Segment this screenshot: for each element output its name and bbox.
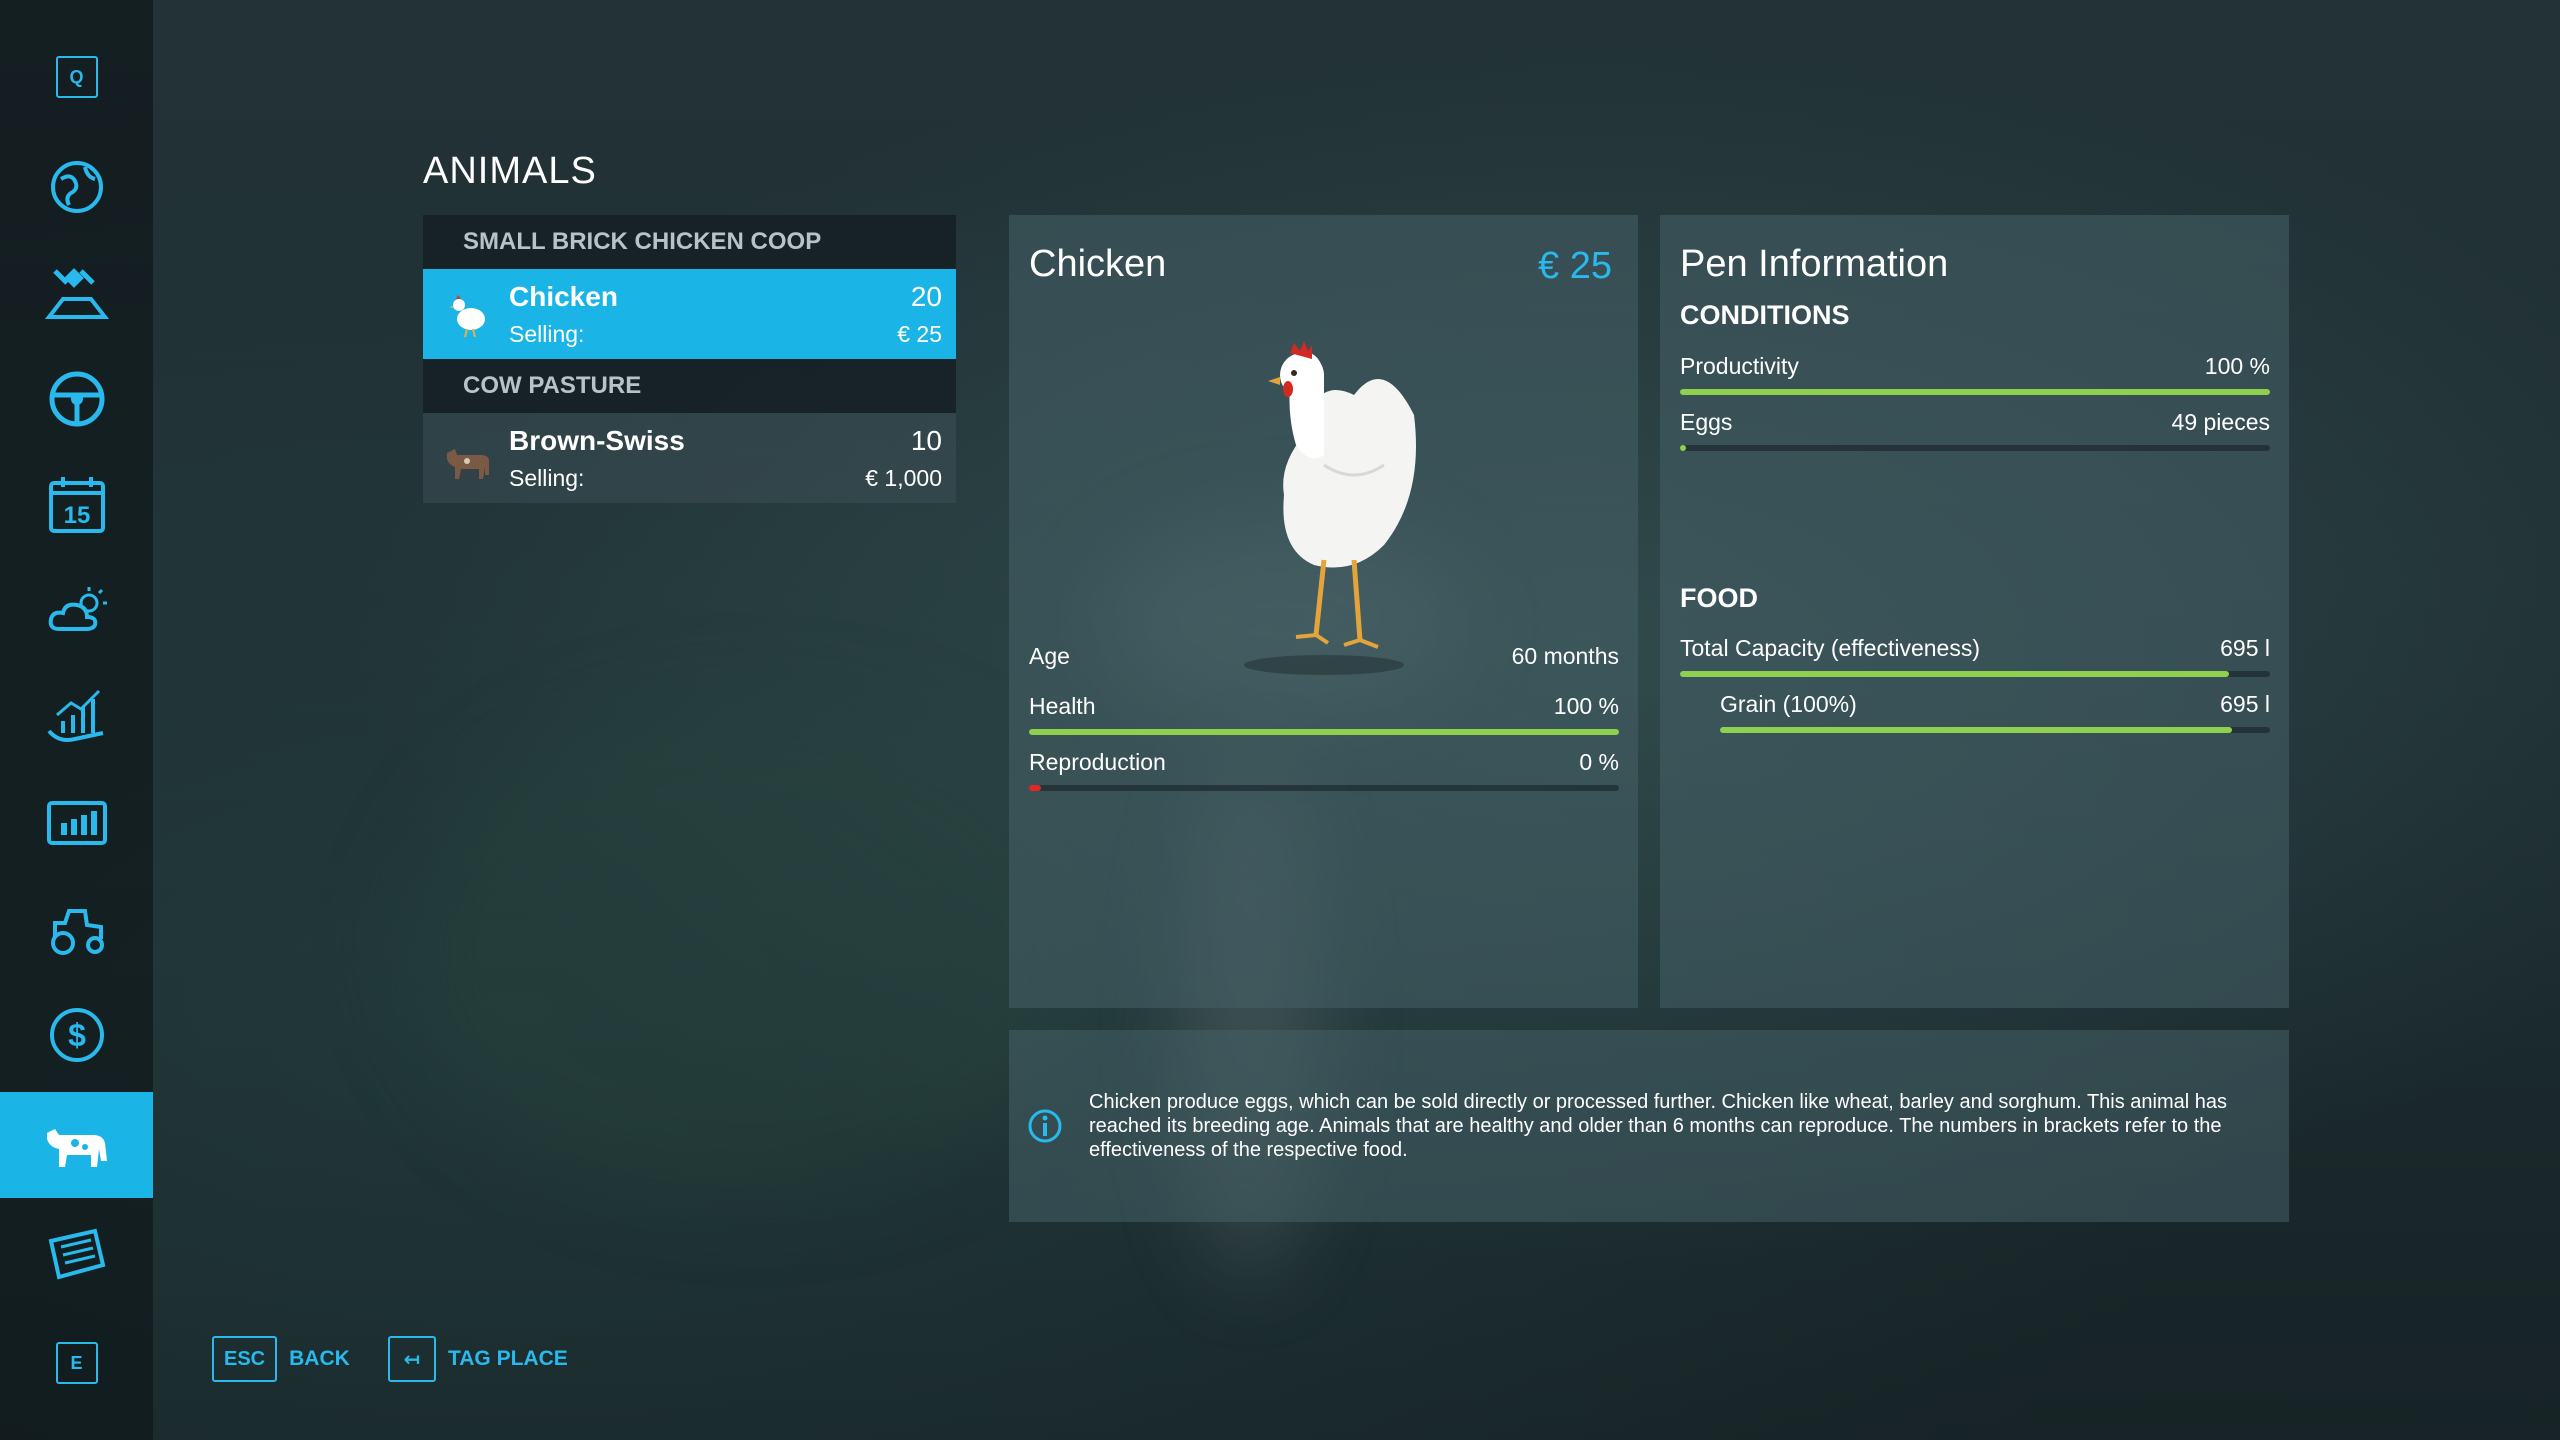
reproduction-bar-fill xyxy=(1029,785,1041,791)
sidebar-item-animals[interactable] xyxy=(0,1092,153,1198)
animal-detail-panel: Chicken € 25 Age 60 months Health 100 % … xyxy=(1009,215,1638,1008)
chicken-image xyxy=(1244,341,1416,675)
selling-label: Selling: xyxy=(509,321,585,347)
sidebar-item-vehicles[interactable] xyxy=(0,346,153,452)
steering-wheel-icon xyxy=(49,371,104,427)
pen-information-title: Pen Information xyxy=(1680,243,1949,285)
eggs-label: Eggs xyxy=(1680,409,1733,435)
page-title: ANIMALS xyxy=(423,150,597,192)
sidebar-item-garage[interactable] xyxy=(0,876,153,982)
e-key-label: E xyxy=(55,1342,98,1384)
esc-key-label: ESC xyxy=(212,1336,278,1382)
section-header-cow-pasture: COW PASTURE xyxy=(423,359,956,413)
reproduction-value: 0 % xyxy=(1579,749,1619,775)
tractor-icon xyxy=(50,909,104,955)
grain-bar-fill xyxy=(1720,727,2232,733)
productivity-bar-fill xyxy=(1680,389,2270,395)
grain-label: Grain (100%) xyxy=(1720,691,1857,717)
sidebar-item-statistics[interactable] xyxy=(0,770,153,876)
selling-price: € 1,000 xyxy=(865,465,942,491)
statistics-icon xyxy=(46,801,107,845)
productivity-label: Productivity xyxy=(1680,353,1799,379)
svg-text:15: 15 xyxy=(63,502,90,529)
sidebar-item-calendar[interactable]: 15 xyxy=(0,452,153,558)
sidebar-item-finances[interactable]: $ xyxy=(0,982,153,1088)
health-value: 100 % xyxy=(1553,693,1619,719)
animal-list: SMALL BRICK CHICKEN COOP Chicken 20 Sell… xyxy=(423,215,956,503)
contracts-icon xyxy=(48,1228,105,1280)
back-button[interactable]: ESC BACK xyxy=(212,1336,350,1382)
eggs-bar xyxy=(1680,445,2270,451)
q-key-label: Q xyxy=(55,56,98,98)
info-text: Chicken produce eggs, which can be sold … xyxy=(1089,1091,2227,1161)
reproduction-bar xyxy=(1029,785,1619,791)
sidebar-item-contracts[interactable] xyxy=(0,1202,153,1308)
grain-bar xyxy=(1720,727,2270,733)
satellite-field-icon xyxy=(44,268,109,319)
section-header-chicken-coop: SMALL BRICK CHICKEN COOP xyxy=(423,215,956,269)
animal-count: 20 xyxy=(910,281,942,312)
background-blur xyxy=(400,700,1100,1200)
sidebar-item-prices[interactable] xyxy=(0,664,153,770)
food-heading: FOOD xyxy=(1680,583,1758,613)
selling-price: € 25 xyxy=(897,321,942,347)
calendar-icon: 15 xyxy=(48,477,105,533)
animal-row-chicken[interactable]: Chicken 20 Selling: € 25 xyxy=(423,269,956,359)
productivity-bar xyxy=(1680,389,2270,395)
animal-row-brown-swiss[interactable]: Brown-Swiss 10 Selling: € 1,000 xyxy=(423,413,956,503)
sidebar-menu: Q 15 $ E xyxy=(0,0,153,1440)
animal-name: Brown-Swiss xyxy=(509,425,685,456)
age-value: 60 months xyxy=(1511,643,1619,669)
prices-chart-icon xyxy=(46,689,103,742)
tag-place-button[interactable]: ↤ TAG PLACE xyxy=(388,1336,568,1382)
weather-icon xyxy=(48,587,107,631)
animals-icon xyxy=(46,1129,107,1167)
grain-value: 695 l xyxy=(2220,691,2270,717)
animal-detail-name: Chicken xyxy=(1029,243,1167,285)
finance-icon: $ xyxy=(49,1008,104,1062)
age-label: Age xyxy=(1029,643,1070,669)
selling-label: Selling: xyxy=(509,465,585,491)
chicken-thumbnail-icon xyxy=(449,295,485,338)
tag-place-label: TAG PLACE xyxy=(448,1347,568,1370)
info-panel: Chicken produce eggs, which can be sold … xyxy=(1009,1030,2289,1222)
cow-thumbnail-icon xyxy=(447,449,489,479)
reproduction-label: Reproduction xyxy=(1029,749,1166,775)
total-capacity-bar-fill xyxy=(1680,671,2229,677)
sidebar-item-map[interactable] xyxy=(0,134,153,240)
eggs-bar-fill xyxy=(1680,445,1686,451)
info-icon xyxy=(1028,1109,1062,1143)
health-label: Health xyxy=(1029,693,1096,719)
total-capacity-label: Total Capacity (effectiveness) xyxy=(1680,635,1980,661)
productivity-value: 100 % xyxy=(2204,353,2270,379)
animal-name: Chicken xyxy=(509,281,618,312)
tag-place-key-icon: ↤ xyxy=(388,1336,436,1382)
prev-page-key[interactable]: Q xyxy=(0,24,153,130)
animal-count: 10 xyxy=(910,425,942,456)
map-globe-icon xyxy=(50,161,103,213)
pen-information-panel: Pen Information CONDITIONS Productivity … xyxy=(1660,215,2289,1008)
sidebar-item-weather[interactable] xyxy=(0,558,153,664)
sidebar-item-field-overview[interactable] xyxy=(0,240,153,346)
total-capacity-value: 695 l xyxy=(2220,635,2270,661)
next-page-key[interactable]: E xyxy=(0,1310,153,1416)
animal-detail-price: € 25 xyxy=(1538,245,1612,287)
health-bar-fill xyxy=(1029,729,1619,735)
total-capacity-bar xyxy=(1680,671,2270,677)
back-label: BACK xyxy=(289,1347,350,1370)
conditions-heading: CONDITIONS xyxy=(1680,300,1850,330)
health-bar xyxy=(1029,729,1619,735)
eggs-value: 49 pieces xyxy=(2171,409,2270,435)
svg-text:$: $ xyxy=(68,1017,86,1053)
